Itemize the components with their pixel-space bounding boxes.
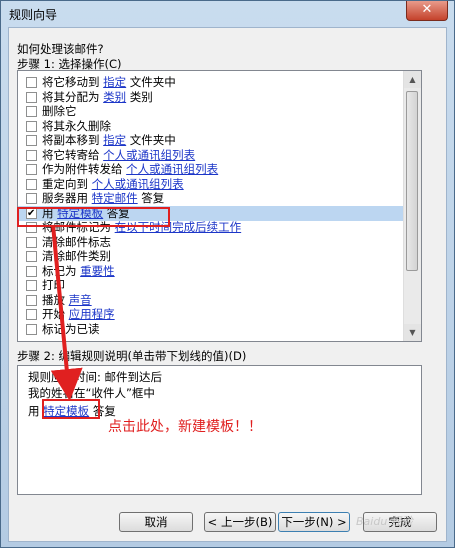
action-value-link[interactable]: 特定邮件	[92, 191, 138, 205]
cancel-button[interactable]: 取消	[119, 512, 193, 532]
action-text: 重定向到 个人或通讯组列表	[42, 177, 184, 192]
watermark: Baidu 经验	[356, 515, 413, 528]
action-value-link[interactable]: 类别	[103, 90, 126, 104]
action-row[interactable]: 标记为 重要性	[18, 264, 405, 279]
rules-wizard-window: 规则向导 ✕ 如何处理该邮件? 步骤 1: 选择操作(C) 将它移动到 指定 文…	[0, 0, 455, 548]
action-checkbox[interactable]	[26, 178, 37, 190]
close-button[interactable]: ✕	[406, 1, 448, 21]
action-text: 开始 应用程序	[42, 307, 115, 322]
action-checkbox[interactable]	[26, 164, 37, 175]
action-value-link[interactable]: 指定	[103, 133, 126, 147]
action-label: 服务器用	[42, 191, 92, 205]
action-checkbox[interactable]	[26, 280, 37, 291]
next-button[interactable]: 下一步(N) >	[278, 512, 350, 532]
action-checkbox[interactable]	[26, 149, 37, 161]
action-value-link[interactable]: 个人或通讯组列表	[126, 162, 218, 176]
action-text: 清除邮件类别	[42, 249, 111, 264]
action-text: 标记为 重要性	[42, 264, 115, 279]
action-checkbox[interactable]	[26, 120, 37, 132]
action-label: 重定向到	[42, 176, 92, 191]
action-checkbox[interactable]	[26, 265, 37, 277]
action-row[interactable]: 清除邮件标志	[18, 235, 405, 250]
action-checkbox[interactable]	[26, 77, 37, 88]
action-text: 删除它	[42, 104, 77, 119]
action-label: 将它移动到	[42, 75, 104, 89]
highlight-box-template-link	[42, 399, 100, 419]
action-text: 将它转寄给 个人或通讯组列表	[42, 148, 195, 163]
action-label: 作为附件转发给	[42, 162, 127, 176]
action-text: 作为附件转发给 个人或通讯组列表	[42, 162, 218, 177]
action-row[interactable]: 重定向到 个人或通讯组列表	[18, 177, 405, 192]
action-checkbox[interactable]	[26, 193, 37, 204]
action-label: 播放	[42, 292, 69, 307]
action-label-tail: 文件夹中	[126, 133, 176, 147]
action-label: 打印	[42, 278, 65, 292]
action-checkbox[interactable]	[26, 309, 37, 320]
action-label: 将其分配为	[42, 89, 104, 104]
annotation-text: 点击此处，新建模板！！	[108, 419, 262, 435]
action-checkbox[interactable]	[26, 91, 37, 103]
action-label: 标记为已读	[42, 321, 100, 336]
action-label-tail: 类别	[126, 89, 153, 104]
scroll-up-arrow-icon[interactable]: ▲	[404, 71, 421, 88]
action-checkbox[interactable]	[26, 323, 37, 335]
title-bar[interactable]: 规则向导 ✕	[1, 1, 454, 27]
action-label: 将它转寄给	[42, 147, 104, 162]
description-line-3-prefix: 用	[28, 404, 40, 418]
action-label-tail: 答复	[137, 191, 165, 205]
action-checkbox[interactable]	[26, 106, 37, 117]
action-label: 标记为	[42, 263, 81, 278]
action-checkbox[interactable]	[26, 251, 37, 262]
action-row[interactable]: 删除它	[18, 104, 405, 119]
scroll-thumb[interactable]	[406, 91, 418, 271]
action-row[interactable]: 作为附件转发给 个人或通讯组列表	[18, 162, 405, 177]
action-text: 将副本移到 指定 文件夹中	[42, 133, 176, 148]
action-row[interactable]: 标记为已读	[18, 322, 405, 337]
action-text: 标记为已读	[42, 322, 100, 337]
action-row[interactable]: 将其分配为 类别 类别	[18, 90, 405, 105]
action-value-link[interactable]: 指定	[103, 75, 126, 89]
action-text: 服务器用 特定邮件 答复	[42, 191, 164, 206]
action-text: 将其永久删除	[42, 119, 111, 134]
action-value-link[interactable]: 个人或通讯组列表	[103, 148, 195, 162]
action-row[interactable]: 服务器用 特定邮件 答复	[18, 191, 405, 206]
window-title: 规则向导	[9, 8, 58, 22]
question-label: 如何处理该邮件?	[17, 42, 104, 56]
action-checkbox[interactable]	[26, 236, 37, 248]
action-checkbox[interactable]	[26, 135, 37, 146]
action-row[interactable]: 将它转寄给 个人或通讯组列表	[18, 148, 405, 163]
scroll-down-arrow-icon[interactable]: ▼	[404, 324, 421, 341]
action-label: 清除邮件类别	[42, 249, 111, 263]
action-label: 清除邮件标志	[42, 234, 111, 249]
action-row[interactable]: 开始 应用程序	[18, 307, 405, 322]
action-text: 播放 声音	[42, 293, 92, 308]
action-row[interactable]: 播放 声音	[18, 293, 405, 308]
action-row[interactable]: 将它移动到 指定 文件夹中	[18, 75, 405, 90]
action-value-link[interactable]: 声音	[69, 293, 92, 307]
action-row[interactable]: 打印	[18, 278, 405, 293]
action-label: 将副本移到	[42, 133, 104, 147]
action-label: 将其永久删除	[42, 118, 111, 133]
actions-list[interactable]: 将它移动到 指定 文件夹中 将其分配为 类别 类别 删除它 将其永久删除 将副本移到…	[17, 70, 422, 342]
action-row[interactable]: 将其永久删除	[18, 119, 405, 134]
action-label: 删除它	[42, 104, 77, 118]
action-value-link[interactable]: 重要性	[80, 264, 115, 278]
description-line-1: 规则应用时间: 邮件到达后	[28, 370, 163, 384]
action-value-link[interactable]: 个人或通讯组列表	[92, 177, 184, 191]
back-button[interactable]: < 上一步(B)	[204, 512, 276, 532]
action-text: 清除邮件标志	[42, 235, 111, 250]
action-checkbox[interactable]	[26, 294, 37, 306]
action-text: 打印	[42, 278, 65, 293]
action-label: 开始	[42, 307, 69, 321]
action-label-tail: 文件夹中	[126, 75, 176, 89]
action-text: 将其分配为 类别 类别	[42, 90, 153, 105]
action-text: 将它移动到 指定 文件夹中	[42, 75, 176, 90]
step2-label: 步骤 2: 编辑规则说明(单击带下划线的值)(D)	[17, 349, 247, 363]
action-value-link[interactable]: 应用程序	[69, 307, 115, 321]
vertical-scrollbar[interactable]: ▲ ▼	[403, 71, 421, 341]
action-row[interactable]: 将副本移到 指定 文件夹中	[18, 133, 405, 148]
highlight-box-selected-action	[17, 207, 170, 227]
action-row[interactable]: 清除邮件类别	[18, 249, 405, 264]
